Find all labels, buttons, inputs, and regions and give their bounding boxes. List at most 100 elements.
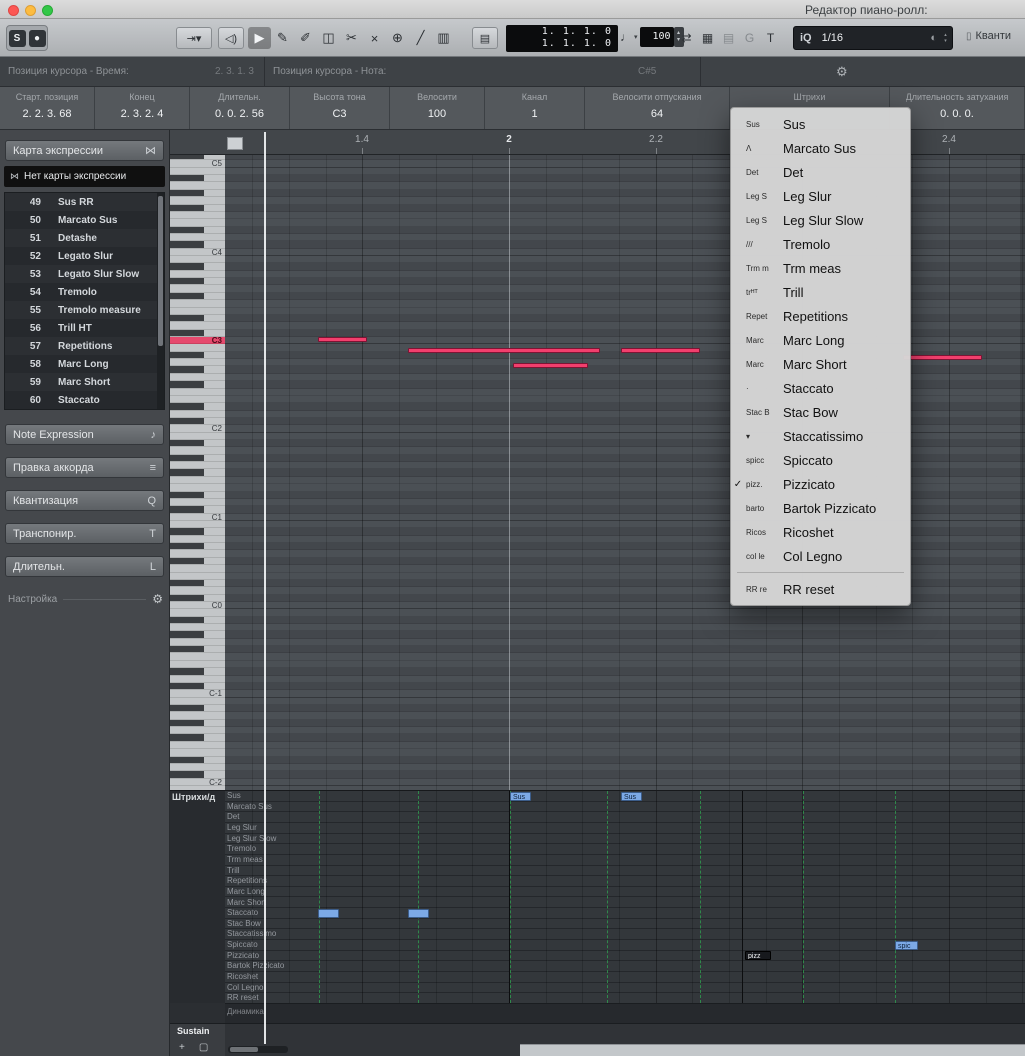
menu-item-sus[interactable]: Sus Sus xyxy=(731,112,910,136)
menu-item-col-legno[interactable]: col le Col Legno xyxy=(731,544,910,568)
piano-key-f0[interactable] xyxy=(170,565,225,573)
midi-note[interactable] xyxy=(513,363,588,368)
piano-key-a3[interactable] xyxy=(170,270,225,279)
piano-key-ds-2[interactable] xyxy=(170,756,225,764)
glue-tool[interactable]: ╱ xyxy=(409,27,432,49)
piano-key-fs3[interactable] xyxy=(170,292,225,301)
spinner-down-icon[interactable]: ▾ xyxy=(944,38,947,44)
piano-key-b3[interactable] xyxy=(170,256,225,264)
piano-key-f1[interactable] xyxy=(170,476,225,485)
piano-key-c3[interactable]: C3 xyxy=(170,337,225,345)
menu-item-bartok-pizzicato[interactable]: barto Bartok Pizzicato xyxy=(731,496,910,520)
piano-key-b2[interactable] xyxy=(170,344,225,352)
length-quantize-icon[interactable]: T xyxy=(760,27,781,49)
articulation-row[interactable]: 52 Legato Slur xyxy=(5,247,164,265)
menu-item-staccato[interactable]: · Staccato xyxy=(731,376,910,400)
menu-item-pizzicato[interactable]: ✓ pizz. Pizzicato xyxy=(731,472,910,496)
piano-key-ds-1[interactable] xyxy=(170,668,225,676)
piano-key-d0[interactable] xyxy=(170,587,225,595)
piano-key-as0[interactable] xyxy=(170,528,225,536)
piano-key-gs2[interactable] xyxy=(170,366,225,374)
piano-key-as-1[interactable] xyxy=(170,616,225,625)
piano-key-g3[interactable] xyxy=(170,285,225,293)
piano-key-ds0[interactable] xyxy=(170,579,225,588)
piano-key-a0[interactable] xyxy=(170,535,225,544)
piano-key-b1[interactable] xyxy=(170,432,225,441)
piano-key-g0[interactable] xyxy=(170,550,225,558)
sidebar-section-длительн-[interactable]: Длительн. L xyxy=(5,556,164,577)
zoom-tool[interactable]: ⊕ xyxy=(386,27,409,49)
scrollbar-thumb[interactable] xyxy=(230,1047,258,1052)
maximize-button[interactable] xyxy=(42,5,53,16)
line-tool[interactable]: ✐ xyxy=(294,27,317,49)
piano-key-e0[interactable] xyxy=(170,572,225,580)
snap-type-icon[interactable]: G xyxy=(739,27,760,49)
sidebar-section-правка-аккорда[interactable]: Правка аккорда ≡ xyxy=(5,457,164,478)
piano-key-e-1[interactable] xyxy=(170,660,225,669)
articulation-row[interactable]: 58 Marc Long xyxy=(5,355,164,373)
piano-key-g-1[interactable] xyxy=(170,638,225,647)
lane-event[interactable]: Sus xyxy=(621,791,642,801)
lane-event[interactable]: pizz xyxy=(745,951,771,961)
select-tool[interactable]: ▶ xyxy=(248,27,271,49)
menu-item-staccatissimo[interactable]: ▾ Staccatissimo xyxy=(731,424,910,448)
piano-key-f-1[interactable] xyxy=(170,653,225,661)
menu-item-trill[interactable]: trᴴᵀ Trill xyxy=(731,280,910,304)
piano-key-b-1[interactable] xyxy=(170,609,225,617)
autoscroll-button[interactable]: ⇥▾ xyxy=(176,27,212,49)
piano-key-d2[interactable] xyxy=(170,410,225,418)
piano-key-gs-1[interactable] xyxy=(170,631,225,639)
articulation-row[interactable]: 56 Trill HT xyxy=(5,319,164,337)
piano-key-e1[interactable] xyxy=(170,484,225,492)
menu-item-tremolo[interactable]: /// Tremolo xyxy=(731,232,910,256)
piano-key-c-1[interactable]: C-1 xyxy=(170,690,225,698)
lane-event[interactable]: Sus xyxy=(510,791,531,801)
piano-key-gs4[interactable] xyxy=(170,189,225,198)
piano-key-ds2[interactable] xyxy=(170,403,225,411)
midi-note[interactable] xyxy=(621,348,700,353)
midi-note[interactable] xyxy=(408,348,600,353)
piano-key-g4[interactable] xyxy=(170,197,225,205)
piano-key-e4[interactable] xyxy=(170,219,225,227)
piano-key-f4[interactable] xyxy=(170,211,225,220)
vertical-scrollbar[interactable] xyxy=(1020,155,1025,790)
sidebar-section-транспонир-[interactable]: Транспонир. T xyxy=(5,523,164,544)
piano-key-d-1[interactable] xyxy=(170,675,225,683)
quantize-select[interactable]: iQ 1/16 ◐ ▴ ▾ xyxy=(793,26,953,50)
piano-key-gs3[interactable] xyxy=(170,278,225,286)
piano-key-a-1[interactable] xyxy=(170,624,225,632)
menu-item-leg-slur[interactable]: Leg S Leg Slur xyxy=(731,184,910,208)
quantize-spinner[interactable]: ▴ ▾ xyxy=(941,32,950,44)
menu-item-repetitions[interactable]: Repet Repetitions xyxy=(731,304,910,328)
articulation-row[interactable]: 49 Sus RR xyxy=(5,193,164,211)
articulation-row[interactable]: 59 Marc Short xyxy=(5,373,164,391)
piano-key-c5[interactable]: C5 xyxy=(170,160,225,168)
articulation-row[interactable]: 55 Tremolo measure xyxy=(5,301,164,319)
minimize-button[interactable] xyxy=(25,5,36,16)
menu-item-marcato-sus[interactable]: Λ Marcato Sus xyxy=(731,136,910,160)
piano-key-as4[interactable] xyxy=(170,175,225,183)
piano-key-d3[interactable] xyxy=(170,322,225,330)
articulation-list-scrollbar[interactable] xyxy=(157,193,164,409)
articulation-row[interactable]: 53 Legato Slur Slow xyxy=(5,265,164,283)
mute-tool[interactable]: × xyxy=(363,27,386,49)
midi-note[interactable] xyxy=(318,337,367,342)
status-settings-gear-icon[interactable]: ⚙ xyxy=(836,64,848,80)
piano-key-d1[interactable] xyxy=(170,498,225,507)
piano-key-as-2[interactable] xyxy=(170,705,225,713)
lane-event[interactable] xyxy=(408,908,429,918)
menu-item-ricoshet[interactable]: Ricos Ricoshet xyxy=(731,520,910,544)
piano-key-gs0[interactable] xyxy=(170,543,225,551)
split-tool[interactable]: ✂ xyxy=(340,27,363,49)
piano-key-c2[interactable]: C2 xyxy=(170,425,225,433)
piano-key-gs1[interactable] xyxy=(170,454,225,463)
piano-key-e2[interactable] xyxy=(170,395,225,404)
dynamics-grid[interactable]: Динамика xyxy=(225,1003,1025,1023)
piano-key-e-2[interactable] xyxy=(170,749,225,757)
menu-item-trm-meas[interactable]: Trm m Trm meas xyxy=(731,256,910,280)
tempo-caret-icon[interactable]: ▾ xyxy=(634,33,638,41)
piano-key-d4[interactable] xyxy=(170,233,225,242)
piano-key-c0[interactable]: C0 xyxy=(170,601,225,609)
midi-note[interactable] xyxy=(903,355,982,360)
articulation-row[interactable]: 54 Tremolo xyxy=(5,283,164,301)
